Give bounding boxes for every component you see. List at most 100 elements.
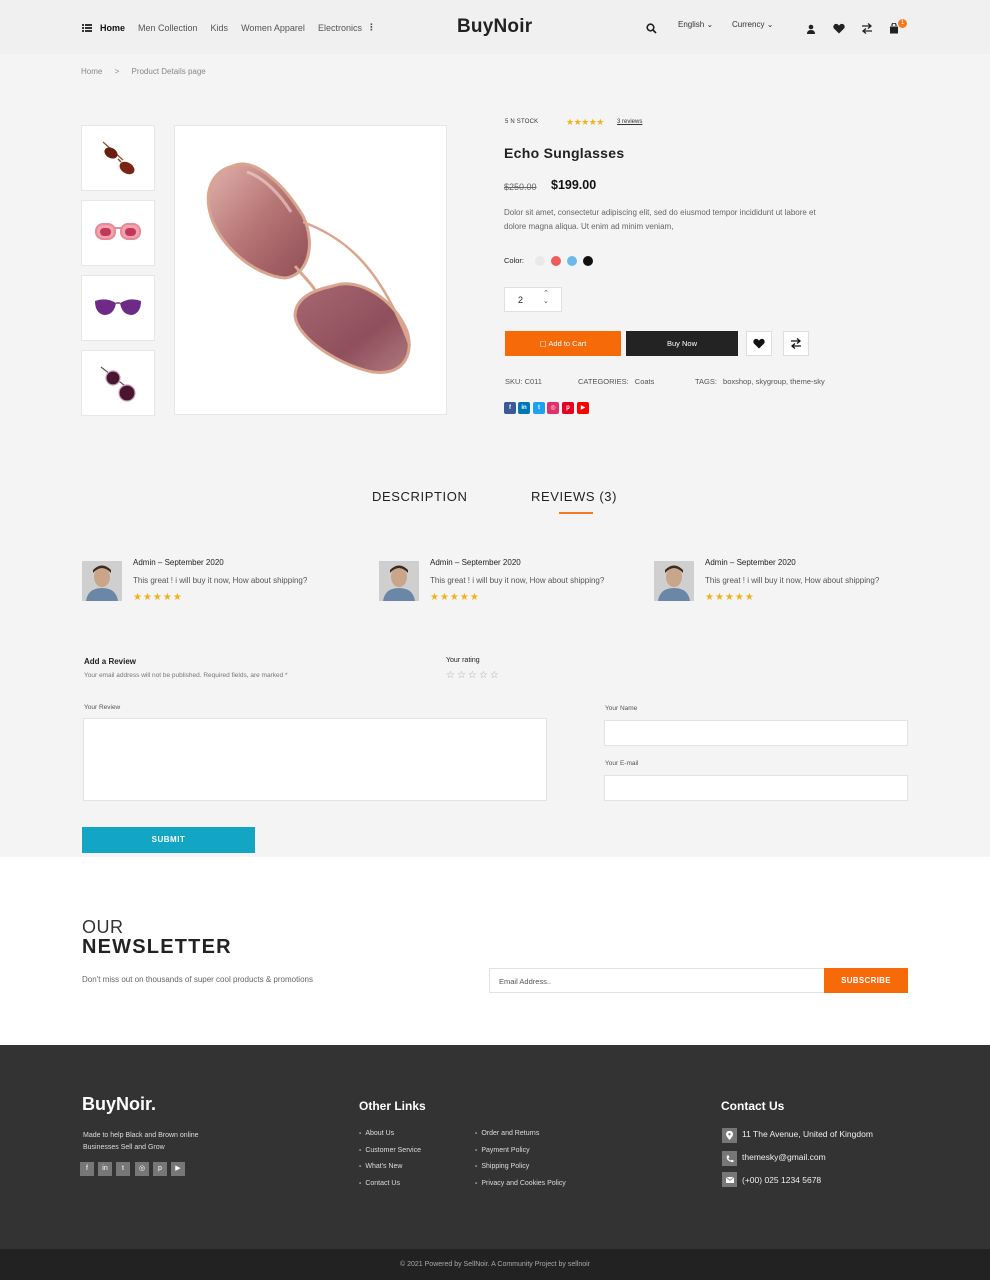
more-vertical-icon[interactable]: ⋮: [367, 22, 376, 33]
pink-sunglasses-thumb-image: [95, 223, 141, 240]
newsletter-eyebrow: OUR: [82, 917, 124, 937]
instagram-icon[interactable]: ◎: [135, 1162, 149, 1176]
youtube-icon[interactable]: ▶: [577, 402, 589, 414]
quantity-stepper-arrows[interactable]: ⌃ ⌄: [543, 290, 549, 306]
wishlist-button[interactable]: [746, 331, 772, 356]
search-icon[interactable]: [646, 21, 658, 34]
avatar: [654, 561, 694, 601]
sunglasses-image: [206, 162, 412, 375]
color-swatch-black[interactable]: [583, 256, 593, 266]
twitter-icon[interactable]: t: [116, 1162, 130, 1176]
stock-status: 5 N STOCK: [505, 119, 539, 125]
youtube-icon[interactable]: ▶: [171, 1162, 185, 1176]
nav-women-apparel[interactable]: Women Apparel: [241, 23, 305, 33]
copyright-bar: © 2021 Powered by SellNoir. A Community …: [0, 1249, 990, 1280]
add-to-cart-button[interactable]: ▢ Add to Cart: [505, 331, 621, 356]
subscribe-button[interactable]: SUBSCRIBE: [824, 968, 908, 993]
newsletter-heading: NEWSLETTER: [82, 936, 232, 958]
facebook-icon[interactable]: f: [504, 402, 516, 414]
color-swatch-blue[interactable]: [567, 256, 577, 266]
contact-email[interactable]: themesky@gmail.com: [742, 1152, 826, 1162]
contact-address: 11 The Avenue, United of Kingdom: [742, 1129, 873, 1139]
footer-link[interactable]: Payment Policy: [475, 1147, 529, 1154]
twitter-icon[interactable]: t: [533, 402, 545, 414]
breadcrumb-current: Product Details page: [131, 67, 206, 76]
currency-select[interactable]: Currency ⌄: [732, 20, 773, 29]
site-logo[interactable]: BuyNoir: [457, 16, 532, 38]
quantity-input[interactable]: 2: [504, 287, 562, 312]
menu-icon[interactable]: [82, 23, 92, 32]
main-product-image[interactable]: [174, 125, 447, 415]
reviews-link[interactable]: 3 reviews: [617, 119, 642, 125]
tags-value[interactable]: boxshop, skygroup, theme-sky: [723, 377, 825, 386]
footer-link[interactable]: Shipping Policy: [475, 1163, 529, 1170]
footer-link[interactable]: Customer Service: [359, 1147, 421, 1154]
other-links-title: Other Links: [359, 1099, 426, 1113]
facebook-icon[interactable]: f: [80, 1162, 94, 1176]
tab-description[interactable]: DESCRIPTION: [372, 489, 467, 504]
thumbnail-1[interactable]: [81, 125, 155, 191]
rating-stars-input[interactable]: ☆☆☆☆☆: [446, 670, 501, 681]
footer-link[interactable]: What's New: [359, 1163, 402, 1170]
review-textarea[interactable]: [83, 718, 547, 801]
tab-reviews[interactable]: REVIEWS (3): [531, 489, 617, 504]
active-tab-indicator: [559, 512, 593, 514]
pinterest-icon[interactable]: p: [153, 1162, 167, 1176]
instagram-icon[interactable]: ◎: [547, 402, 559, 414]
heart-icon[interactable]: [833, 21, 845, 34]
current-price: $199.00: [551, 178, 597, 192]
email-input[interactable]: [604, 775, 908, 801]
purple-sunglasses-thumb-image: [95, 299, 141, 315]
submit-review-button[interactable]: SUBMIT: [82, 827, 255, 853]
user-icon[interactable]: [806, 21, 818, 34]
thumbnail-4[interactable]: [81, 350, 155, 416]
tags-label: TAGS:: [695, 377, 717, 386]
review-text: This great ! i will buy it now, How abou…: [133, 576, 308, 585]
linkedin-icon[interactable]: in: [518, 402, 530, 414]
categories: CATEGORIES: Coats: [578, 377, 654, 386]
language-select[interactable]: English ⌄: [678, 20, 713, 29]
name-input[interactable]: [604, 720, 908, 746]
sunglasses-thumb-image: [102, 141, 135, 175]
sku: SKU: C011: [505, 377, 542, 386]
newsletter-email-input[interactable]: Email Address..: [489, 968, 825, 993]
tags: TAGS: boxshop, skygroup, theme-sky: [695, 377, 825, 386]
compare-icon: [790, 338, 802, 349]
buy-now-button[interactable]: Buy Now: [626, 331, 738, 356]
newsletter-subtitle: Don't miss out on thousands of super coo…: [82, 975, 313, 984]
old-price: $250.00: [504, 182, 537, 192]
review-author: Admin – September 2020: [430, 558, 521, 567]
nav-kids[interactable]: Kids: [211, 23, 229, 33]
nav-home[interactable]: Home: [100, 23, 125, 33]
review-text: This great ! i will buy it now, How abou…: [705, 576, 880, 585]
footer-tagline: Made to help Black and Brown online Busi…: [83, 1132, 199, 1151]
avatar: [82, 561, 122, 601]
linkedin-icon[interactable]: in: [98, 1162, 112, 1176]
nav-men-collection[interactable]: Men Collection: [138, 23, 198, 33]
categories-value[interactable]: Coats: [635, 377, 655, 386]
breadcrumb-home[interactable]: Home: [81, 67, 102, 76]
footer-link[interactable]: Contact Us: [359, 1180, 400, 1187]
mail-icon: [722, 1172, 737, 1187]
email-label: Your E-mail: [605, 760, 639, 767]
compare-icon[interactable]: [861, 21, 873, 34]
main-nav: Home Men Collection Kids Women Apparel E…: [82, 22, 376, 33]
round-sunglasses-thumb-image: [100, 366, 136, 402]
chevron-down-icon: ⌄: [706, 20, 714, 29]
color-swatch-red[interactable]: [551, 256, 561, 266]
pinterest-icon[interactable]: p: [562, 402, 574, 414]
footer-link[interactable]: About Us: [359, 1130, 394, 1137]
nav-electronics[interactable]: Electronics: [318, 23, 362, 33]
thumbnail-2[interactable]: [81, 200, 155, 266]
categories-label: CATEGORIES:: [578, 377, 629, 386]
color-swatch-light-gray[interactable]: [535, 256, 545, 266]
footer-logo[interactable]: BuyNoir.: [82, 1094, 156, 1115]
contact-us-title: Contact Us: [721, 1099, 785, 1113]
thumbnail-3[interactable]: [81, 275, 155, 341]
footer-link[interactable]: Order and Returns: [475, 1130, 539, 1137]
review-author: Admin – September 2020: [705, 558, 796, 567]
footer-link[interactable]: Privacy and Cookies Policy: [475, 1180, 565, 1187]
breadcrumb-separator: >: [114, 67, 120, 76]
review-stars: ★★★★★: [430, 592, 480, 603]
compare-button[interactable]: [783, 331, 809, 356]
